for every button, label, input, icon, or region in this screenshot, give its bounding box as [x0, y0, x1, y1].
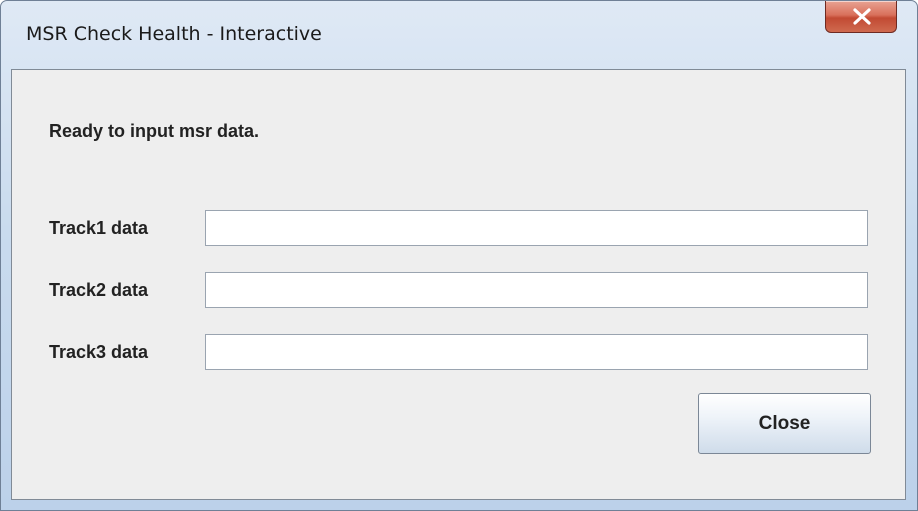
track2-input[interactable] — [205, 272, 868, 308]
title-bar[interactable]: MSR Check Health - Interactive — [1, 1, 917, 67]
dialog-content: Ready to input msr data. Track1 data Tra… — [11, 69, 906, 500]
dialog-window: MSR Check Health - Interactive Ready to … — [0, 0, 918, 511]
track3-input[interactable] — [205, 334, 868, 370]
window-close-button[interactable] — [825, 1, 897, 33]
track3-label: Track3 data — [49, 342, 149, 362]
track1-label: Track1 data — [49, 218, 149, 238]
status-message: Ready to input msr data. — [49, 121, 260, 141]
close-icon — [853, 8, 871, 25]
track1-input[interactable] — [205, 210, 868, 246]
track2-label: Track2 data — [49, 280, 149, 300]
close-button[interactable]: Close — [698, 393, 871, 454]
window-title: MSR Check Health - Interactive — [26, 23, 322, 45]
